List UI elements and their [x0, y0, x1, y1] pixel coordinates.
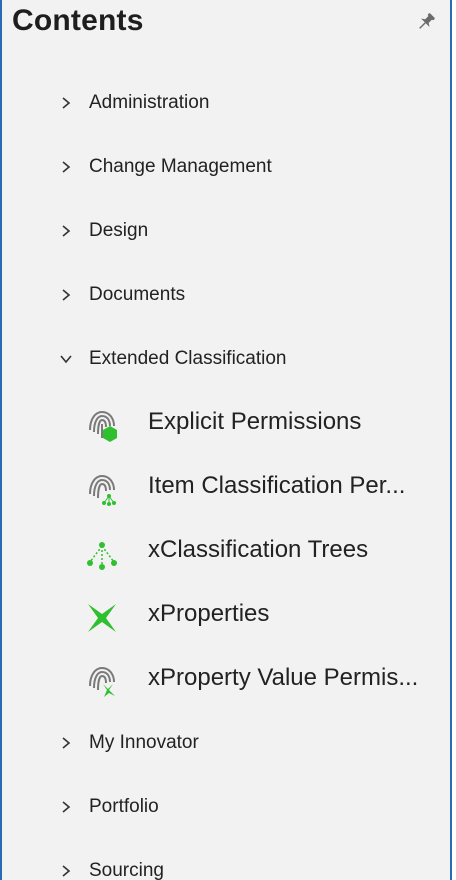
tree-item-change-management[interactable]: Change Management	[2, 136, 450, 200]
tree-item-label: xProperty Value Permis...	[148, 664, 419, 691]
tree-item-portfolio[interactable]: Portfolio	[2, 776, 450, 840]
tree-item-documents[interactable]: Documents	[2, 264, 450, 328]
panel-header: Contents	[2, 0, 450, 56]
chevron-down-icon	[60, 355, 72, 364]
tree-item-label: xProperties	[148, 600, 270, 627]
tree-item-label: Design	[89, 220, 149, 241]
contents-panel: Contents Administration Change Managemen…	[0, 0, 452, 880]
tree-item-item-classification-permissions[interactable]: Item Classification Per...	[2, 456, 450, 520]
chevron-right-icon	[62, 289, 71, 301]
star-x-icon	[88, 604, 116, 632]
chevron-right-icon	[62, 161, 71, 173]
tree-item-label: Change Management	[89, 156, 272, 177]
tree-item-label: Sourcing	[89, 860, 164, 880]
tree-item-extended-classification[interactable]: Extended Classification	[2, 328, 450, 392]
chevron-right-icon	[62, 865, 71, 877]
tree-item-label: Administration	[89, 92, 210, 113]
tree-item-sourcing[interactable]: Sourcing	[2, 840, 450, 880]
tree-item-design[interactable]: Design	[2, 200, 450, 264]
pin-icon[interactable]	[414, 10, 438, 34]
tree-item-label: Explicit Permissions	[148, 408, 362, 435]
panel-title: Contents	[12, 4, 144, 37]
navigation-tree: Administration Change Management Design …	[2, 72, 450, 880]
fingerprint-tree-icon	[89, 474, 116, 506]
tree-item-xclassification-trees[interactable]: xClassification Trees	[2, 520, 450, 584]
tree-item-label: Item Classification Per...	[148, 472, 406, 499]
fingerprint-hexagon-icon	[89, 410, 117, 442]
chevron-right-icon	[62, 737, 71, 749]
chevron-right-icon	[62, 225, 71, 237]
chevron-right-icon	[62, 801, 71, 813]
chevron-right-icon	[62, 97, 71, 109]
tree-item-my-innovator[interactable]: My Innovator	[2, 712, 450, 776]
tree-item-label: xClassification Trees	[148, 536, 369, 563]
tree-item-administration[interactable]: Administration	[2, 72, 450, 136]
tree-item-label: Portfolio	[89, 796, 159, 817]
tree-item-label: Extended Classification	[89, 348, 287, 369]
tree-item-label: My Innovator	[89, 732, 199, 753]
tree-icon	[87, 542, 117, 570]
fingerprint-x-icon	[89, 666, 115, 697]
tree-item-xproperties[interactable]: xProperties	[2, 584, 450, 648]
tree-item-explicit-permissions[interactable]: Explicit Permissions	[2, 392, 450, 456]
tree-item-label: Documents	[89, 284, 186, 305]
tree-item-xproperty-value-permissions[interactable]: xProperty Value Permis...	[2, 648, 450, 712]
